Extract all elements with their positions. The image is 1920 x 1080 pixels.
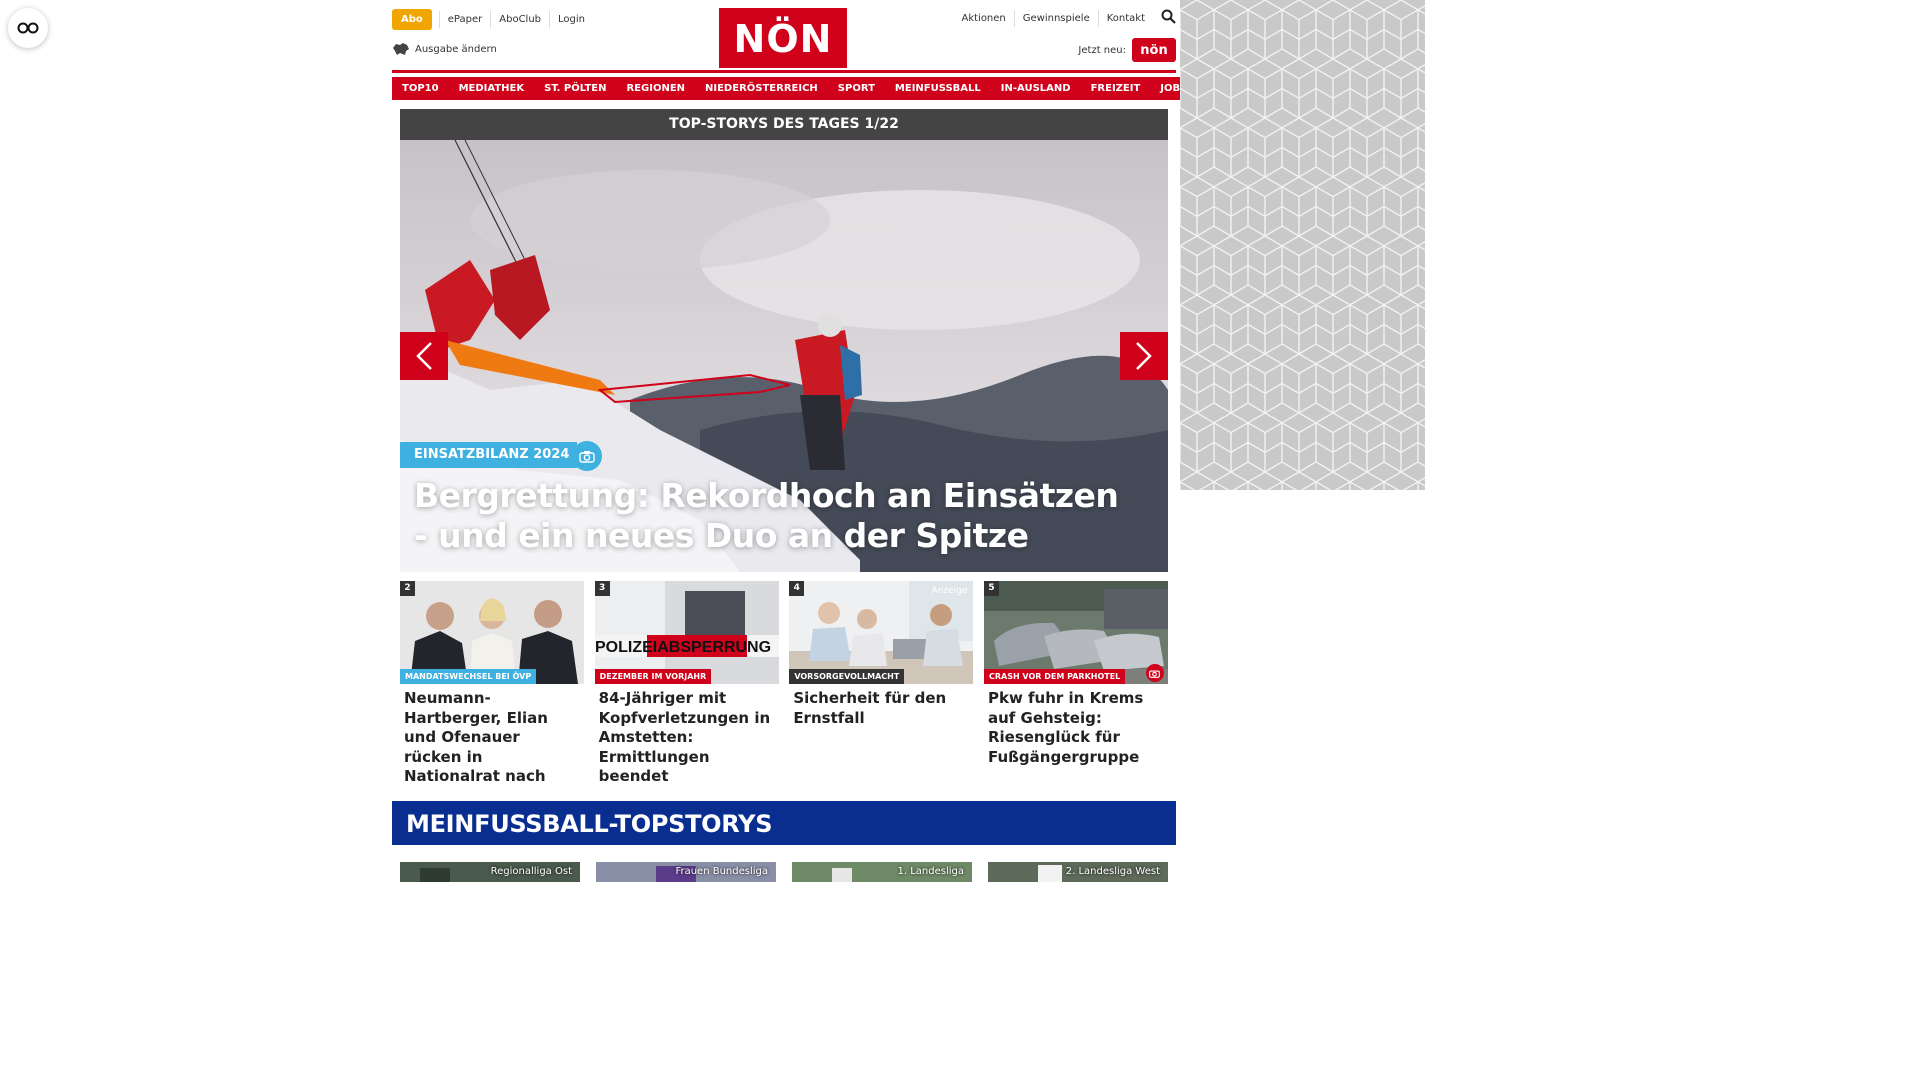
slider-next-button[interactable]: [1120, 332, 1168, 380]
police-tape-text: POLIZEIABSPERRUNG: [595, 639, 771, 656]
header-divider: [392, 70, 1176, 73]
slider-prev-button[interactable]: [400, 332, 448, 380]
rank-number: 3: [594, 581, 610, 596]
search-button[interactable]: [1161, 9, 1176, 27]
glasses-icon: [17, 22, 39, 34]
nav-item-sport[interactable]: SPORT: [827, 77, 885, 100]
meinfussball-heading: MEINFUSSBALL-TOPSTORYS: [392, 801, 1176, 845]
nav-item-meinfussball[interactable]: MEINFUSSBALL: [884, 77, 991, 100]
edition-selector[interactable]: Ausgabe ändern: [392, 42, 497, 56]
rank-number: 5: [983, 581, 999, 596]
nav-item-freizeit[interactable]: FREIZEIT: [1080, 77, 1151, 100]
camera-icon: [579, 450, 595, 463]
kleine-noen-badge: nön: [1132, 38, 1176, 62]
epaper-link[interactable]: ePaper: [438, 11, 490, 28]
teaser-kicker: MANDATSWECHSEL BEI ÖVP: [400, 669, 537, 684]
teaser-title[interactable]: Sicherheit für den Ernstfall: [789, 684, 973, 728]
header-left-links: Abo ePaper AboClub Login: [392, 9, 593, 30]
main-navigation: TOP10 MEDIATHEK ST. PÖLTEN REGIONEN NIED…: [392, 77, 1262, 100]
advertisement-banner[interactable]: [1180, 0, 1425, 490]
nav-item-top10[interactable]: TOP10: [392, 77, 449, 100]
meinfussball-card[interactable]: Frauen Bundesliga: [596, 862, 776, 882]
teaser-title[interactable]: Pkw fuhr in Krems auf Gehsteig: Riesengl…: [984, 684, 1168, 767]
story-teasers: 2 MANDATSWECHSEL BEI ÖVP Neumann-Hartber…: [400, 581, 1168, 787]
teaser-title[interactable]: Neumann-Hartberger, Elian und Ofenauer r…: [400, 684, 584, 787]
teaser-image: POLIZEIABSPERRUNG 3 DEZEMBER IM VORJAHR: [594, 581, 779, 684]
meinfussball-stories: Regionalliga Ost Frauen Bundesliga 1. La…: [400, 862, 1168, 882]
advertisement-badge: Anzeige: [931, 586, 968, 596]
meinfussball-card[interactable]: 2. Landesliga West: [988, 862, 1168, 882]
main-column: Abo ePaper AboClub Login Ausgabe ändern …: [392, 0, 1262, 882]
league-label: Frauen Bundesliga: [675, 866, 768, 877]
hero-kicker: EINSATZBILANZ 2024: [400, 442, 578, 468]
nav-item-mediathek[interactable]: MEDIATHEK: [448, 77, 535, 100]
camera-icon: [1149, 670, 1161, 678]
hero-title[interactable]: Bergrettung: Rekordhoch an Einsätzen - u…: [414, 476, 1134, 556]
aboclub-link[interactable]: AboClub: [490, 11, 549, 28]
nav-item-niederoesterreich[interactable]: NIEDERÖSTERREICH: [695, 77, 828, 100]
teaser-image: 4 Anzeige VORSORGEVOLLMACHT: [789, 581, 974, 684]
teaser-title[interactable]: 84-Jähriger mit Kopfverletzungen in Amst…: [595, 684, 779, 787]
edition-label: Ausgabe ändern: [415, 43, 497, 55]
chevron-left-icon: [416, 342, 432, 370]
teaser-card[interactable]: 4 Anzeige VORSORGEVOLLMACHT Sicherheit f…: [789, 581, 974, 787]
photo-gallery-badge: [1145, 664, 1164, 682]
teaser-image: 5 CRASH VOR DEM PARKHOTEL: [983, 581, 1168, 684]
login-link[interactable]: Login: [549, 11, 593, 28]
nav-item-st-poelten[interactable]: ST. PÖLTEN: [534, 77, 617, 100]
noen-logo[interactable]: NÖN: [719, 8, 847, 68]
top-stories-slider: TOP-STORYS DES TAGES 1/22 EINSATZBILANZ …: [400, 109, 1168, 572]
teaser-kicker: CRASH VOR DEM PARKHOTEL: [983, 669, 1126, 684]
nav-item-in-ausland[interactable]: IN-AUSLAND: [990, 77, 1081, 100]
rank-number: 2: [400, 581, 415, 596]
photo-gallery-badge: [572, 441, 602, 471]
gewinnspiele-link[interactable]: Gewinnspiele: [1015, 9, 1099, 27]
site-header: Abo ePaper AboClub Login Ausgabe ändern …: [392, 0, 1176, 70]
rank-number: 4: [789, 581, 805, 596]
kontakt-link[interactable]: Kontakt: [1099, 10, 1153, 27]
chevron-right-icon: [1136, 342, 1152, 370]
teaser-image: 2 MANDATSWECHSEL BEI ÖVP: [400, 581, 584, 684]
aktionen-link[interactable]: Aktionen: [953, 9, 1015, 27]
search-icon: [1161, 9, 1176, 24]
jetzt-neu-promo[interactable]: Jetzt neu: nön: [1078, 38, 1176, 62]
cube-pattern: [1180, 0, 1425, 490]
league-label: 1. Landesliga: [897, 866, 965, 877]
league-label: Regionalliga Ost: [490, 866, 572, 877]
top-stories-header: TOP-STORYS DES TAGES 1/22: [400, 109, 1168, 140]
lower-austria-map-icon: [393, 43, 409, 55]
header-right-links: Aktionen Gewinnspiele Kontakt: [953, 9, 1176, 27]
teaser-card[interactable]: 2 MANDATSWECHSEL BEI ÖVP Neumann-Hartber…: [400, 581, 584, 787]
hero-story[interactable]: EINSATZBILANZ 2024 Bergrettung: Rekordho…: [400, 140, 1168, 572]
teaser-card[interactable]: 5 CRASH VOR DEM PARKHOTEL Pkw fuhr in Kr…: [983, 581, 1168, 787]
teaser-kicker: DEZEMBER IM VORJAHR: [594, 669, 712, 684]
teaser-kicker: VORSORGEVOLLMACHT: [789, 669, 905, 684]
nav-item-regionen[interactable]: REGIONEN: [616, 77, 696, 100]
teaser-card[interactable]: POLIZEIABSPERRUNG 3 DEZEMBER IM VORJAHR …: [594, 581, 779, 787]
accessibility-button[interactable]: [8, 8, 48, 48]
league-label: 2. Landesliga West: [1065, 866, 1160, 877]
meinfussball-card[interactable]: 1. Landesliga: [792, 862, 972, 882]
meinfussball-card[interactable]: Regionalliga Ost: [400, 862, 580, 882]
abo-button[interactable]: Abo: [392, 9, 432, 30]
jetzt-neu-label: Jetzt neu:: [1078, 44, 1126, 56]
